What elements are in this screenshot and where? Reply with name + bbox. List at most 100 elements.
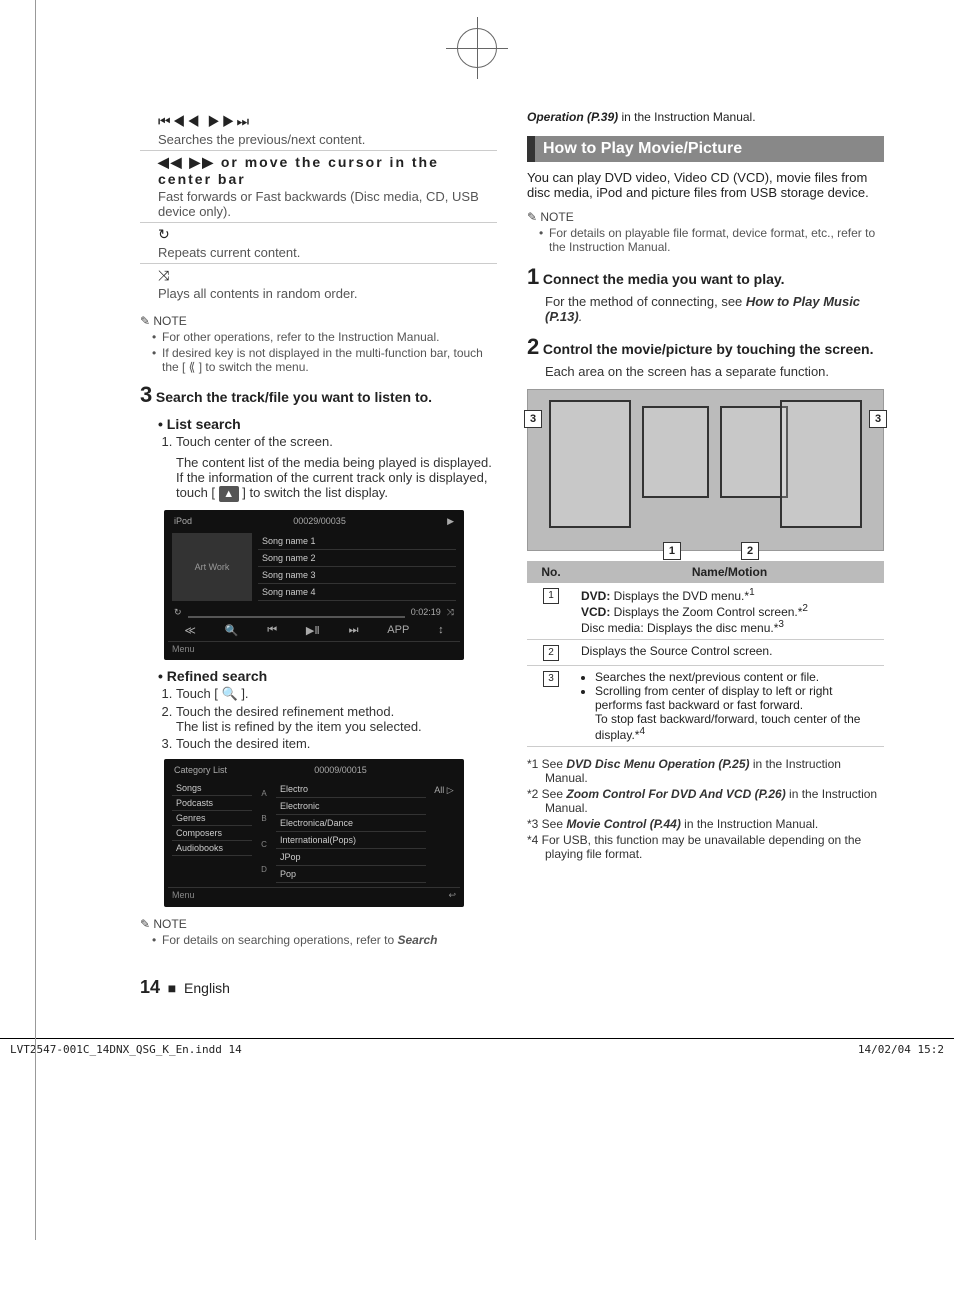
list-search-steps: Touch center of the screen. (140, 434, 497, 449)
repeat-icon: ↻ (158, 226, 479, 243)
control-desc: Fast forwards or Fast backwards (Disc me… (158, 189, 479, 219)
step-number: 2 (527, 334, 539, 360)
up-arrow-icon: ▲ (219, 486, 239, 502)
note-label: NOTE (140, 314, 497, 328)
song-list: Song name 1 Song name 2 Song name 3 Song… (258, 533, 456, 601)
note-list: For details on searching operations, ref… (140, 933, 497, 947)
step-title: Control the movie/picture by touching th… (543, 341, 874, 357)
motion-table: No. Name/Motion 1 DVD: Displays the DVD … (527, 561, 884, 747)
menu-label: Menu (172, 890, 195, 901)
control-row-ffrw: ◀◀ ▶▶ or move the cursor in the center b… (140, 150, 497, 222)
list-item: Genres (172, 811, 252, 826)
shuffle-icon: ⤨ (447, 607, 454, 618)
numbox: 2 (543, 645, 559, 661)
note-item: For other operations, refer to the Instr… (154, 330, 497, 344)
category-sidebar: Songs Podcasts Genres Composers Audioboo… (172, 781, 252, 883)
list-item: Touch the desired item. (176, 736, 497, 751)
list-item: Song name 3 (258, 567, 456, 584)
note-label: NOTE (527, 210, 884, 224)
step-number: 1 (527, 264, 539, 290)
swap-icon: ↕ (438, 624, 444, 637)
control-row-repeat: ↻ Repeats current content. (140, 222, 497, 263)
language: English (184, 980, 230, 996)
list-item: Pop (276, 866, 426, 883)
all-button: All ▷ (434, 785, 453, 795)
list-search-sub: If the information of the current track … (176, 470, 497, 502)
list-item: Touch the desired refinement method. The… (176, 704, 497, 734)
play-icon: ▶ (447, 516, 454, 527)
list-item: Touch center of the screen. (176, 434, 497, 449)
section-title: How to Play Movie/Picture (527, 136, 884, 162)
ipod-list-screenshot: iPod 00029/00035 ▶ Art Work Song name 1 … (164, 510, 464, 660)
footnote: *4 For USB, this function may be unavail… (527, 833, 884, 861)
table-row: 1 DVD: Displays the DVD menu.*1 VCD: Dis… (527, 583, 884, 640)
footnotes: *1 See DVD Disc Menu Operation (P.25) in… (527, 757, 884, 861)
step-title: Connect the media you want to play. (543, 271, 785, 287)
list-item: JPop (276, 849, 426, 866)
list-search-title: List search (158, 416, 497, 432)
page-footer: 14 ■ English (140, 977, 497, 998)
list-item: International(Pops) (276, 832, 426, 849)
movie-touch-diagram: 3 3 1 2 (527, 389, 884, 551)
menu-label: Menu (172, 644, 195, 654)
app-label: APP (387, 624, 409, 637)
file-date: 14/02/04 15:2 (858, 1043, 944, 1056)
list-item: Electronic (276, 798, 426, 815)
numbox: 3 (543, 671, 559, 687)
control-desc: Plays all contents in random order. (158, 286, 479, 301)
zone-1 (642, 406, 710, 498)
note-item: For details on playable file format, dev… (541, 226, 884, 254)
note-label: NOTE (140, 917, 497, 931)
repeat-icon: ↻ (174, 607, 182, 618)
note-list: For details on playable file format, dev… (527, 226, 884, 254)
file-path: LVT2547-001C_14DNX_QSG_K_En.indd 14 (10, 1043, 242, 1056)
callout-3: 3 (524, 410, 542, 428)
artwork-box: Art Work (172, 533, 252, 601)
zone-2 (720, 406, 788, 498)
time: 0:02:19 (411, 607, 441, 618)
refined-search-steps: Touch [ 🔍 ]. Touch the desired refinemen… (140, 686, 497, 751)
list-item: Song name 1 (258, 533, 456, 550)
list-item: Composers (172, 826, 252, 841)
list-item: Podcasts (172, 796, 252, 811)
alpha-index: A B C D (258, 781, 270, 883)
table-row: 2 Displays the Source Control screen. (527, 640, 884, 666)
note-item: For details on searching operations, ref… (154, 933, 497, 947)
numbox: 1 (543, 588, 559, 604)
shuffle-icon: ⤨ (158, 267, 479, 284)
list-item: Song name 2 (258, 550, 456, 567)
step-desc: Each area on the screen has a separate f… (545, 364, 884, 379)
crop-mark-top (457, 28, 497, 68)
th-name: Name/Motion (575, 561, 884, 583)
zone-3-left (549, 400, 631, 529)
back-icon: ≪ (184, 624, 196, 637)
ff-rw-icon: ◀◀ ▶▶ or move the cursor in the center b… (158, 154, 479, 187)
callout-2: 2 (741, 542, 759, 560)
list-search-sub: The content list of the media being play… (176, 455, 497, 470)
list-item: Songs (172, 781, 252, 796)
counter: 00009/00015 (314, 765, 367, 775)
next-icon: ⏭ (349, 624, 359, 637)
intro-text: You can play DVD video, Video CD (VCD), … (527, 170, 884, 200)
step-number: 3 (140, 382, 152, 408)
genre-list: Electro Electronic Electronica/Dance Int… (276, 781, 426, 883)
th-no: No. (527, 561, 575, 583)
note-item: If desired key is not displayed in the m… (154, 346, 497, 374)
crop-mark-left (35, 0, 36, 1240)
step-1: 1 Connect the media you want to play. Fo… (527, 264, 884, 324)
document-footer: LVT2547-001C_14DNX_QSG_K_En.indd 14 14/0… (0, 1038, 954, 1060)
return-icon: ↩ (448, 890, 456, 901)
left-column: ⏮◀◀ ▶▶⏭ Searches the previous/next conte… (140, 110, 497, 998)
refined-search-title: Refined search (158, 668, 497, 684)
prev-next-icon: ⏮◀◀ ▶▶⏭ (158, 113, 479, 130)
right-column: Operation (P.39) in the Instruction Manu… (527, 110, 884, 998)
list-item: Audiobooks (172, 841, 252, 856)
title: Category List (174, 765, 227, 775)
continuation: Operation (P.39) in the Instruction Manu… (527, 110, 884, 124)
footnote: *3 See Movie Control (P.44) in the Instr… (527, 817, 884, 831)
note-list: For other operations, refer to the Instr… (140, 330, 497, 374)
callout-1: 1 (663, 542, 681, 560)
list-item: Touch [ 🔍 ]. (176, 686, 497, 702)
table-row: 3 Searches the next/previous content or … (527, 666, 884, 747)
category-list-screenshot: Category List 00009/00015 Songs Podcasts… (164, 759, 464, 907)
